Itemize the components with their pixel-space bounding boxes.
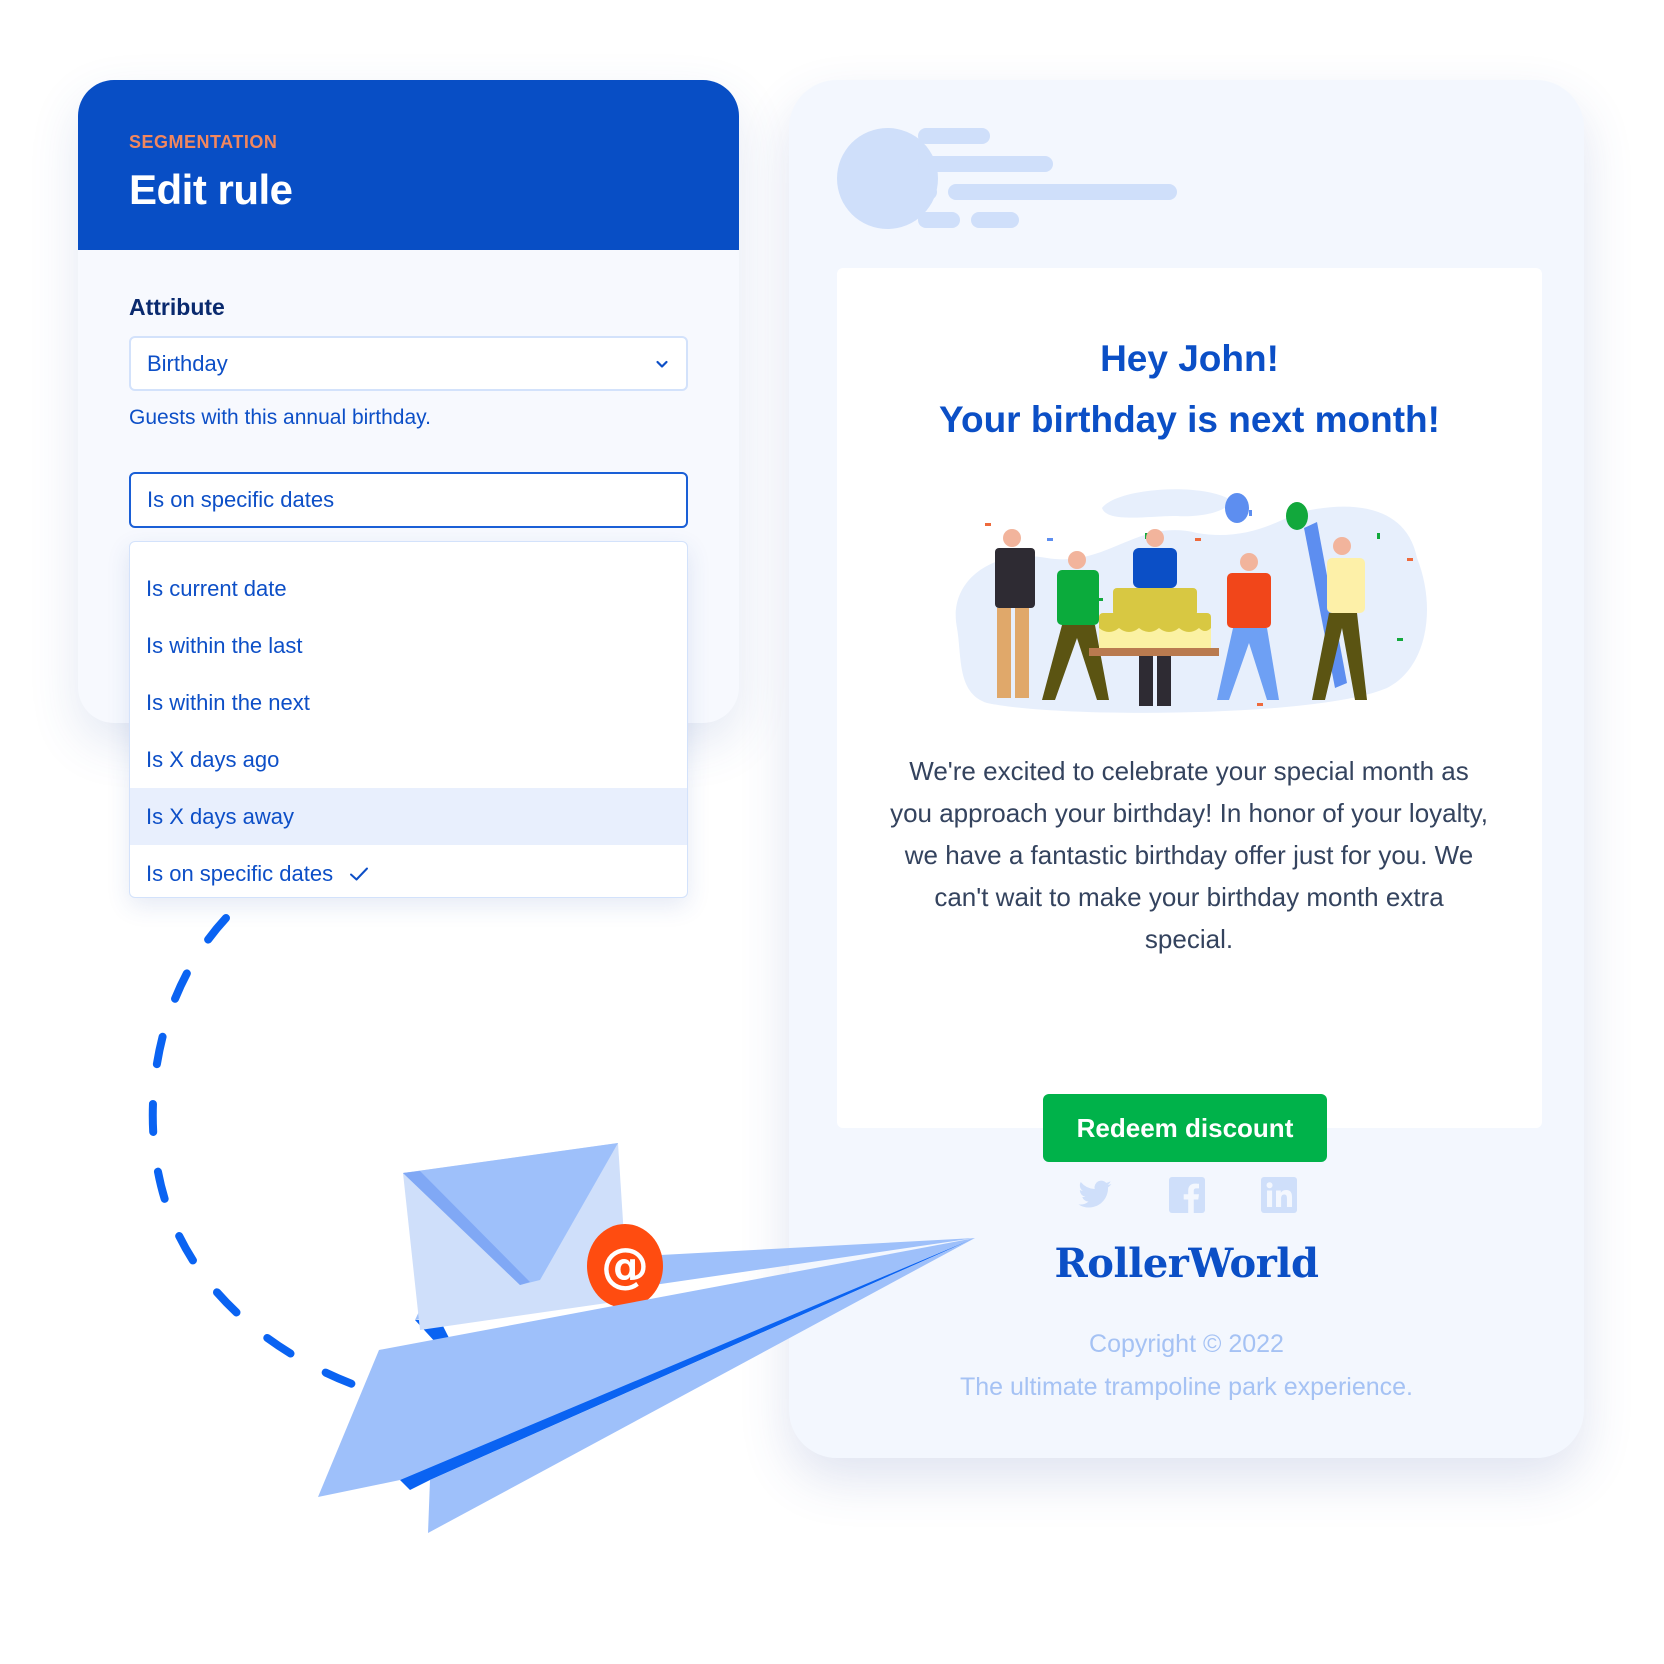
linkedin-icon[interactable]: [1260, 1177, 1297, 1213]
panel-header: SEGMENTATION Edit rule: [78, 80, 739, 250]
facebook-icon[interactable]: [1168, 1177, 1205, 1213]
operator-input[interactable]: Is on specific dates: [129, 472, 688, 528]
balloon-blue: [1225, 493, 1249, 523]
bg-blob: [1102, 489, 1229, 518]
operator-option-selected[interactable]: Is on specific dates: [130, 845, 687, 902]
dashed-flight-path: [148, 914, 399, 1402]
operator-option-hovered[interactable]: Is X days away: [130, 788, 687, 845]
option-label: Is within the next: [146, 689, 310, 715]
operator-dropdown-menu: Is current date Is within the last Is wi…: [129, 541, 688, 898]
operator-option[interactable]: Is X days ago: [130, 731, 687, 788]
option-label: Is on specific dates: [146, 860, 334, 886]
copyright-text: Copyright © 2022: [1089, 1330, 1284, 1358]
operator-option[interactable]: Is current date: [130, 560, 687, 617]
option-label: Is current date: [146, 575, 287, 601]
email-preview-card: Hey John! Your birthday is next month! W…: [789, 80, 1584, 1458]
section-eyebrow: SEGMENTATION: [129, 132, 278, 152]
email-message: We're excited to celebrate your special …: [890, 756, 1488, 954]
brand-logo: RollerWorld: [1054, 1240, 1319, 1287]
plane-back-wing-shade: [415, 1320, 470, 1380]
email-headline: Hey John! Your birthday is next month!: [837, 328, 1542, 450]
envelope-body: [403, 1143, 628, 1330]
header-placeholder-line: [948, 184, 1177, 200]
twitter-icon[interactable]: [1077, 1177, 1113, 1213]
header-placeholder-line: [918, 128, 990, 144]
envelope-flap-edge: [403, 1171, 530, 1285]
option-label: Is X days ago: [146, 746, 280, 772]
envelope-flap: [403, 1143, 618, 1285]
tagline-text: The ultimate trampoline park experience.: [959, 1373, 1413, 1401]
headline-text: Your birthday is next month!: [939, 399, 1440, 440]
balloon-green: [1286, 502, 1308, 530]
operator-option[interactable]: Is within the next: [130, 674, 687, 731]
panel-title: Edit rule: [129, 166, 293, 213]
at-symbol-icon: @: [601, 1238, 649, 1294]
email-body: Hey John! Your birthday is next month! W…: [837, 268, 1542, 1162]
birthday-party-illustration: [955, 489, 1427, 713]
header-placeholder-line: [918, 156, 1053, 172]
at-badge: [587, 1224, 663, 1308]
checkmark-icon: [350, 867, 369, 880]
chevron-down-icon: [656, 360, 668, 368]
greeting: Hey John!: [1100, 338, 1279, 379]
attribute-select-value: Birthday: [147, 350, 228, 376]
attribute-helper-text: Guests with this annual birthday.: [129, 406, 431, 429]
social-links: [789, 1177, 1584, 1213]
attribute-label: Attribute: [129, 294, 225, 320]
header-placeholder-line: [918, 212, 960, 228]
redeem-discount-button[interactable]: Redeem discount: [1043, 1094, 1327, 1162]
attribute-select[interactable]: Birthday: [129, 336, 688, 391]
option-label: Is within the last: [146, 632, 303, 658]
option-label: Is X days away: [146, 803, 294, 829]
header-placeholder-line: [918, 184, 937, 200]
header-placeholder-line: [971, 212, 1019, 228]
operator-option[interactable]: Is within the last: [130, 617, 687, 674]
